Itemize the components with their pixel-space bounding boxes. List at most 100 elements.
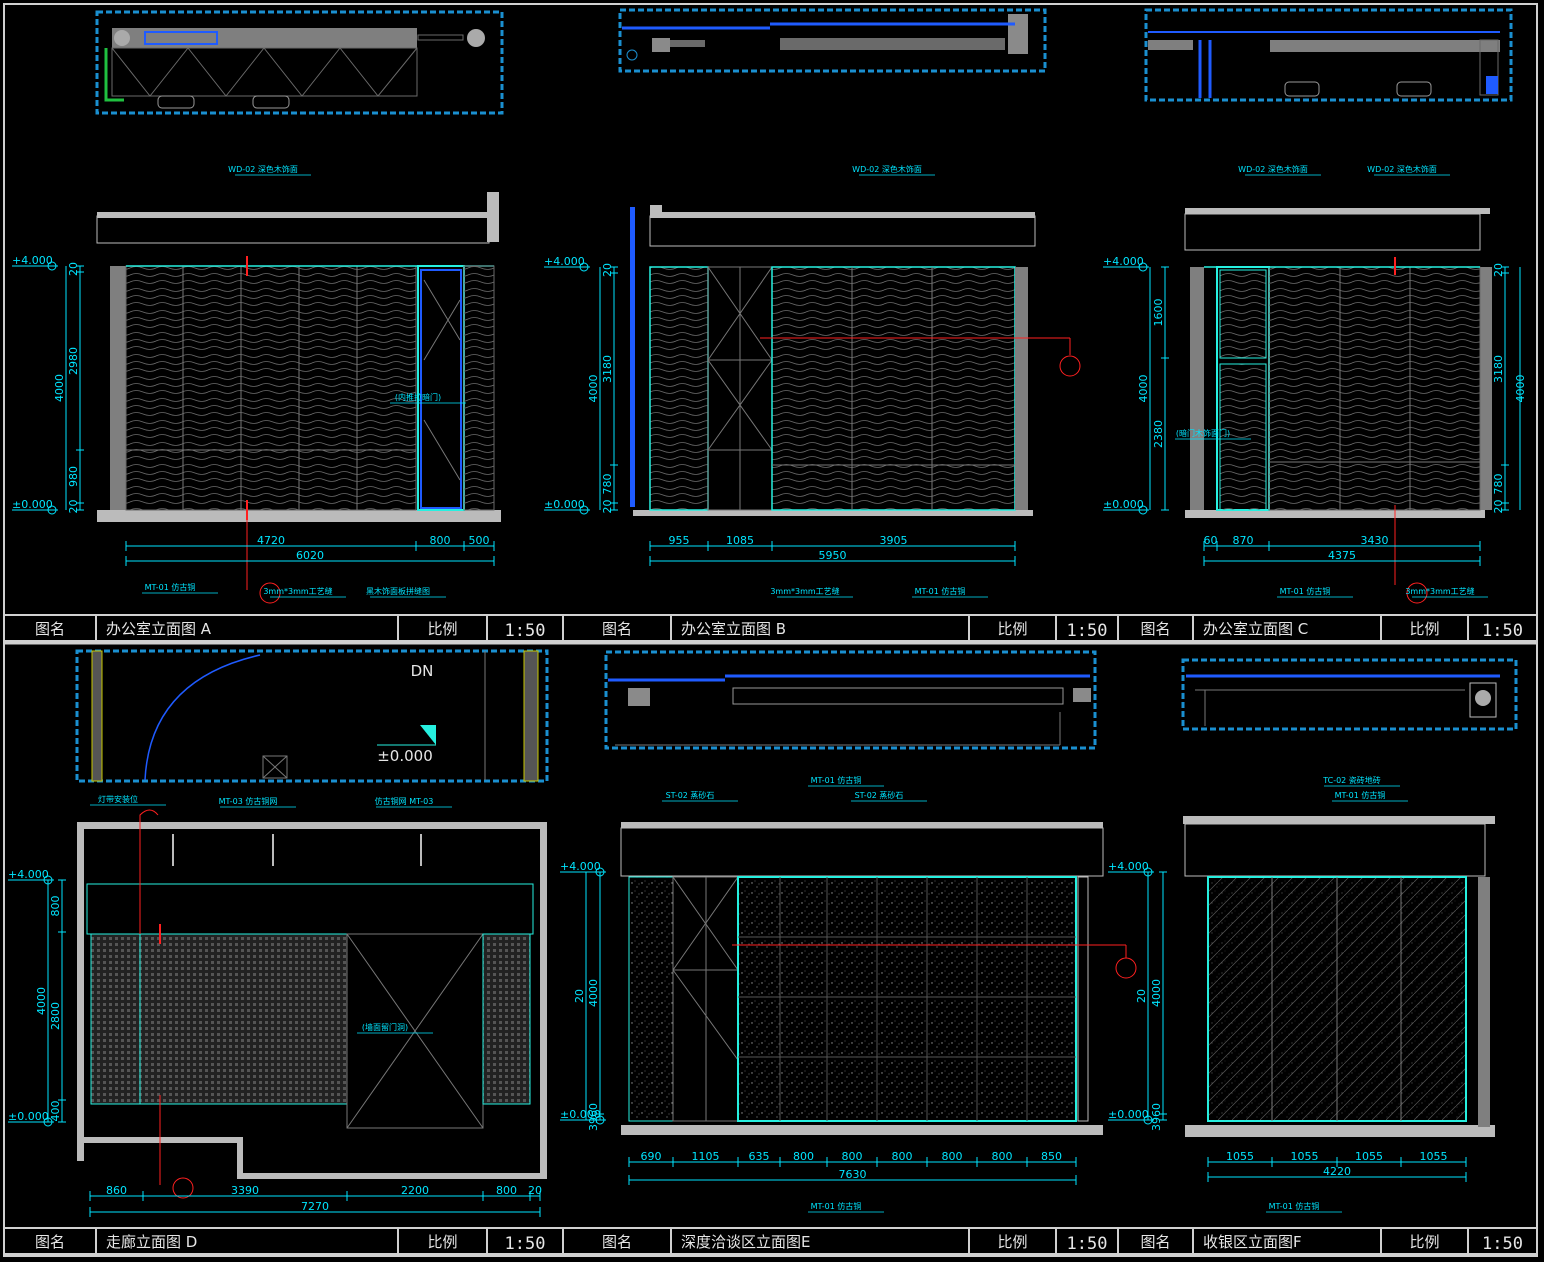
hdim-D-4: 20 bbox=[528, 1184, 542, 1197]
elevation-c bbox=[1184, 208, 1492, 604]
hdim-total-A: 6020 bbox=[296, 549, 324, 562]
titlebar-name-label-D: 图名 bbox=[35, 1233, 65, 1251]
callout-C-0: WD-02 深色木饰面 bbox=[1238, 164, 1308, 174]
titlebar-name-label-A: 图名 bbox=[35, 620, 65, 638]
elevation-d bbox=[77, 809, 547, 1199]
titlebar-title-C: 办公室立面图 C bbox=[1203, 620, 1308, 638]
hdim-A-2: 500 bbox=[469, 534, 490, 547]
titlebar-scale-label-A: 比例 bbox=[427, 620, 457, 638]
vdim-B-2: 780 bbox=[601, 474, 614, 495]
hdim-F-2: 1055 bbox=[1355, 1150, 1383, 1163]
titlebar-scale-value-B: 1:50 bbox=[1067, 621, 1108, 641]
titlebar-scale-label-F: 比例 bbox=[1409, 1233, 1439, 1251]
callout-B-2: 3mm*3mm工艺缝 bbox=[770, 586, 839, 596]
titlebar-title-E: 深度洽谈区立面图E bbox=[681, 1233, 810, 1251]
titlebar-scale-value-A: 1:50 bbox=[505, 621, 546, 641]
callout-B-1: MT-01 仿古铜 bbox=[915, 586, 966, 596]
hdim-F-1: 1055 bbox=[1291, 1150, 1319, 1163]
hdim-total-D: 7270 bbox=[301, 1200, 329, 1213]
hdim-A-0: 4720 bbox=[257, 534, 285, 547]
plan-d bbox=[75, 649, 549, 783]
vdim-A-3: 20 bbox=[67, 500, 80, 514]
callout-D-3: 灯带安装位 bbox=[98, 794, 138, 804]
vdim-total-E: 20 bbox=[573, 989, 586, 1003]
hdim-E-0: 690 bbox=[641, 1150, 662, 1163]
plan-b bbox=[618, 8, 1047, 73]
hdim-E-6: 800 bbox=[942, 1150, 963, 1163]
callout-B-0: WD-02 深色木饰面 bbox=[852, 164, 922, 174]
vdim-C-1: 2380 bbox=[1152, 420, 1165, 448]
titlebar-title-B: 办公室立面图 B bbox=[681, 620, 786, 638]
titlebar-name-label-F: 图名 bbox=[1140, 1233, 1170, 1251]
vdim-B-0: 20 bbox=[601, 263, 614, 277]
vdim-total-B: 4000 bbox=[587, 375, 600, 403]
level-bottom-label: ±0.000 bbox=[8, 1110, 49, 1123]
titlebar-name-label-E: 图名 bbox=[602, 1233, 632, 1251]
elevation-e bbox=[620, 822, 1137, 1135]
callout-D-1: 仿古铜网 MT-03 bbox=[375, 796, 434, 806]
callout-A-4: (内推拉暗门) bbox=[395, 392, 441, 402]
vdim-D-2: 400 bbox=[49, 1101, 62, 1122]
callout-E-0: ST-02 蒸砂石 bbox=[666, 790, 715, 800]
level-bottom-label: ±0.000 bbox=[1108, 1108, 1149, 1121]
elevation-b bbox=[630, 205, 1081, 516]
callout-C-3: 3mm*3mm工艺缝 bbox=[1405, 586, 1474, 596]
titlebar-scale-label-E: 比例 bbox=[997, 1233, 1027, 1251]
vdim-right-C-0: 20 bbox=[1492, 263, 1505, 277]
hdim-E-1: 1105 bbox=[692, 1150, 720, 1163]
vdim-B-1: 3180 bbox=[601, 355, 614, 383]
titlebar-title-F: 收银区立面图F bbox=[1203, 1233, 1302, 1251]
hdim-C-1: 870 bbox=[1233, 534, 1254, 547]
vdim-F-0: 4000 bbox=[1150, 979, 1163, 1007]
hdim-total-E: 7630 bbox=[839, 1168, 867, 1181]
callout-F-0: TC-02 瓷砖地砖 bbox=[1322, 775, 1381, 785]
plan-e bbox=[604, 650, 1097, 750]
hdim-E-4: 800 bbox=[842, 1150, 863, 1163]
plan-a bbox=[95, 10, 504, 115]
plan-d-dn-label: DN bbox=[411, 662, 434, 680]
titlebar-title-D: 走廊立面图 D bbox=[106, 1233, 197, 1251]
titlebar-name-label-C: 图名 bbox=[1140, 620, 1170, 638]
hdim-A-1: 800 bbox=[430, 534, 451, 547]
elevation-f bbox=[1183, 816, 1495, 1137]
vdim-A-2: 980 bbox=[67, 466, 80, 487]
vdim-D-1: 2800 bbox=[49, 1002, 62, 1030]
hdim-F-0: 1055 bbox=[1226, 1150, 1254, 1163]
vdim-A-1: 2980 bbox=[67, 347, 80, 375]
callout-D-2: (墙面留门洞) bbox=[362, 1022, 408, 1032]
hdim-E-5: 800 bbox=[892, 1150, 913, 1163]
level-top-label: +4.000 bbox=[560, 860, 601, 873]
callout-F-2: MT-01 仿古铜 bbox=[1269, 1201, 1320, 1211]
hdim-total-F: 4220 bbox=[1323, 1165, 1351, 1178]
callout-E-2: ST-02 蒸砂石 bbox=[855, 790, 904, 800]
vdim-C-0: 1600 bbox=[1152, 299, 1165, 327]
titlebar-scale-value-E: 1:50 bbox=[1067, 1234, 1108, 1254]
callout-E-1: MT-01 仿古铜 bbox=[811, 775, 862, 785]
titlebar-scale-value-C: 1:50 bbox=[1482, 621, 1523, 641]
vdim-A-0: 20 bbox=[67, 262, 80, 276]
level-top-label: +4.000 bbox=[12, 254, 53, 267]
level-bottom-label: ±0.000 bbox=[12, 498, 53, 511]
callout-A-3: 黑木饰面板拼缝图 bbox=[366, 586, 430, 596]
hdim-total-B: 5950 bbox=[819, 549, 847, 562]
callout-A-1: MT-01 仿古铜 bbox=[145, 582, 196, 592]
vdim-F-1: 3960 bbox=[1150, 1103, 1163, 1131]
callout-F-1: MT-01 仿古铜 bbox=[1335, 790, 1386, 800]
hdim-C-0: 60 bbox=[1204, 534, 1218, 547]
vdim-right-C-3: 20 bbox=[1492, 500, 1505, 514]
vdim-total-D: 4000 bbox=[35, 987, 48, 1015]
hdim-F-3: 1055 bbox=[1420, 1150, 1448, 1163]
vdim-total-C: 4000 bbox=[1137, 375, 1150, 403]
hdim-B-0: 955 bbox=[669, 534, 690, 547]
titlebar-scale-label-C: 比例 bbox=[1409, 620, 1439, 638]
titlebar-title-A: 办公室立面图 A bbox=[106, 620, 212, 638]
titlebar-name-label-B: 图名 bbox=[602, 620, 632, 638]
vdim-total-F: 20 bbox=[1135, 989, 1148, 1003]
plan-d-level-label: ±0.000 bbox=[377, 747, 433, 765]
level-top-label: +4.000 bbox=[1108, 860, 1149, 873]
level-top-label: +4.000 bbox=[8, 868, 49, 881]
hdim-C-2: 3430 bbox=[1361, 534, 1389, 547]
hdim-D-2: 2200 bbox=[401, 1184, 429, 1197]
plan-c bbox=[1144, 8, 1513, 102]
titlebar-scale-value-D: 1:50 bbox=[505, 1234, 546, 1254]
